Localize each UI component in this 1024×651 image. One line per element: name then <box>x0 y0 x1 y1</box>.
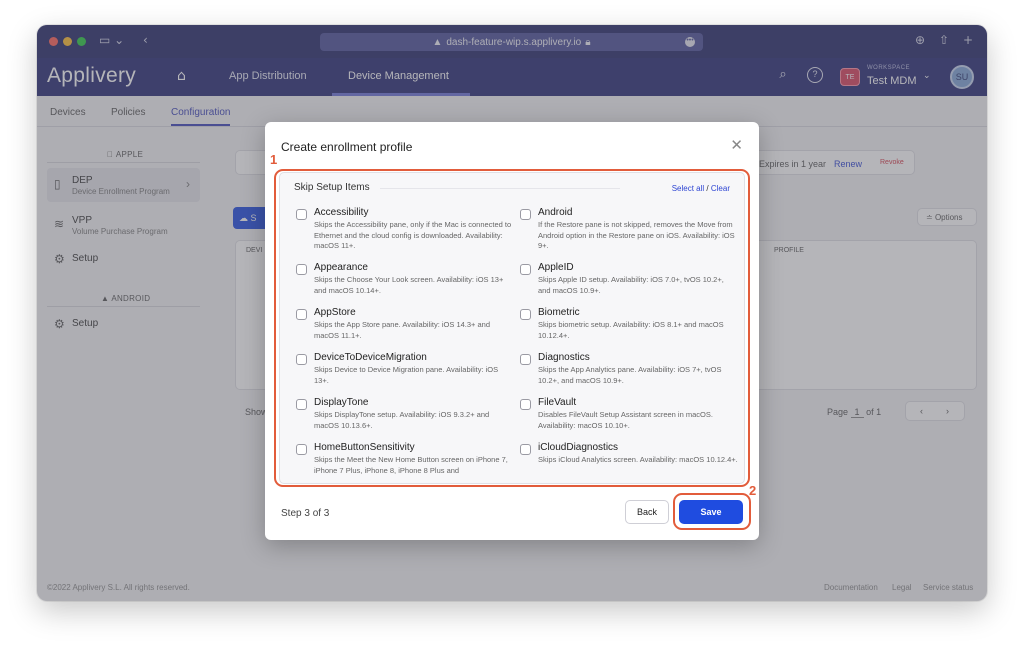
back-button[interactable]: Back <box>625 500 669 524</box>
callout-number-2: 2 <box>749 483 757 498</box>
close-icon[interactable]: ✕ <box>730 136 743 154</box>
callout-number-1: 1 <box>270 152 278 167</box>
dialog-title: Create enrollment profile <box>281 140 413 154</box>
browser-window: ▭ ⌄ ‹ ▲ dash-feature-wip.s.applivery.io … <box>37 25 987 601</box>
callout-box-1 <box>274 169 750 487</box>
callout-box-2 <box>673 493 751 530</box>
step-indicator: Step 3 of 3 <box>281 508 330 519</box>
